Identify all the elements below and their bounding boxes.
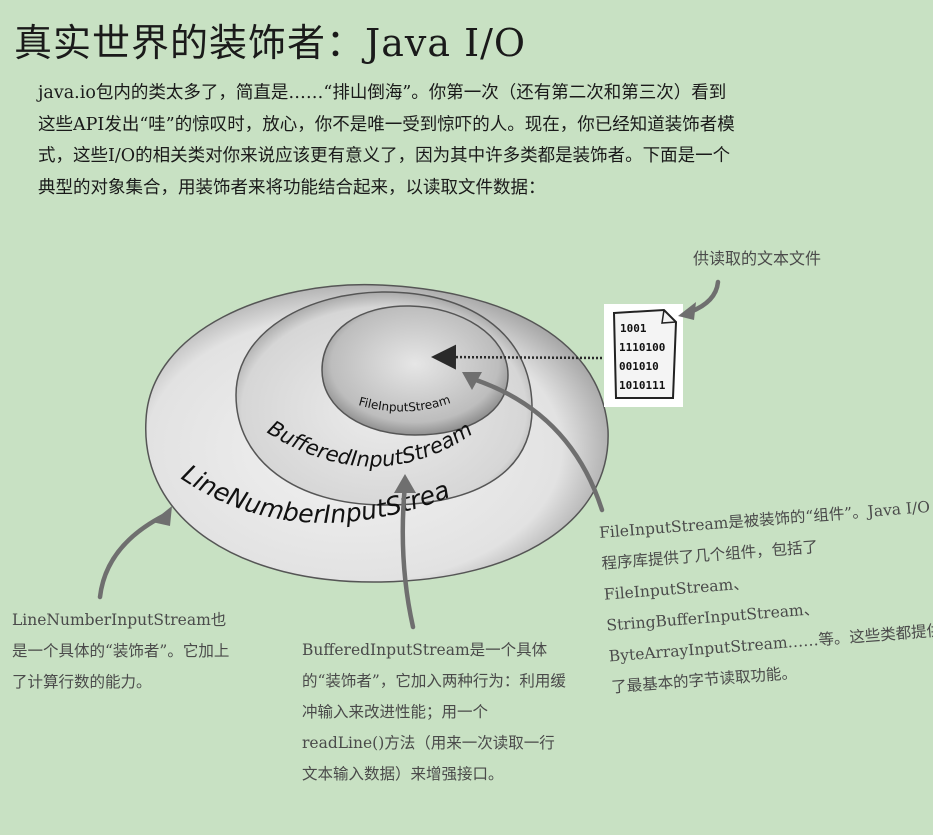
note-buffered-input-stream: BufferedInputStream是一个具体的“装饰者”，它加入两种行为：利… <box>302 635 567 790</box>
note-line-number-input-stream: LineNumberInputStream也是一个具体的“装饰者”。它加上了计算… <box>12 605 237 698</box>
file-line-3: 001010 <box>619 360 659 373</box>
file-line-2: 1110100 <box>619 341 665 354</box>
text-file-icon: 1001 1110100 001010 1010111 <box>604 304 683 407</box>
arrow-to-outer <box>100 515 165 597</box>
file-line-4: 1010111 <box>619 379 666 392</box>
file-line-1: 1001 <box>620 322 647 335</box>
note-text-file: 供读取的文本文件 <box>693 243 821 274</box>
note-file-input-stream: FileInputStream是被装饰的“组件”。Java I/O程序库提供了几… <box>598 491 933 703</box>
